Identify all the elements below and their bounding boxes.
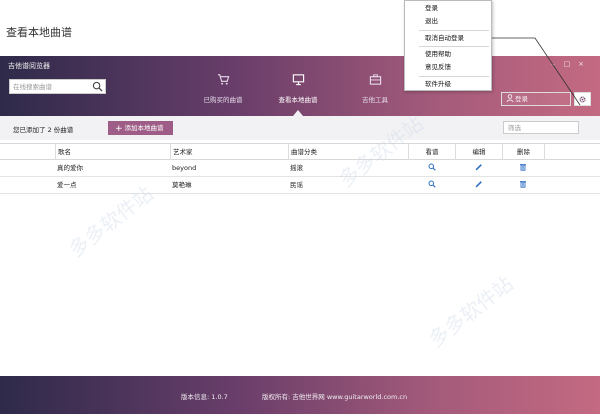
toolbar: 您已添加了 2 份曲谱 + 添加本地曲谱 xyxy=(0,116,600,140)
monitor-icon xyxy=(292,74,304,86)
menu-item-feedback[interactable]: 意见反馈 xyxy=(405,62,491,73)
add-local-score-label: 添加本地曲谱 xyxy=(124,124,164,132)
table-cell-blank xyxy=(0,144,55,160)
search-icon[interactable] xyxy=(92,81,103,92)
watermark: 多多软件站 xyxy=(424,271,518,352)
plus-icon: + xyxy=(115,124,123,134)
add-local-score-button[interactable]: + 添加本地曲谱 xyxy=(108,121,173,135)
search-box[interactable] xyxy=(9,79,106,94)
menu-separator xyxy=(419,76,489,77)
score-count-text: 您已添加了 2 份曲谱 xyxy=(13,126,74,134)
minimize-button[interactable]: – xyxy=(548,59,558,69)
settings-button[interactable] xyxy=(574,92,591,106)
copyright-info: 版权所有: 吉他世界网 www.guitarworld.com.cn xyxy=(262,393,408,401)
view-score-button[interactable] xyxy=(408,160,455,176)
user-icon xyxy=(506,94,514,102)
column-header-edit: 编辑 xyxy=(455,144,502,160)
page-title: 查看本地曲谱 xyxy=(6,26,72,39)
cart-icon xyxy=(217,74,229,85)
app-footer: 版本信息: 1.0.7 版权所有: 吉他世界网 www.guitarworld.… xyxy=(0,376,600,414)
menu-item-cancel-auto-login[interactable]: 取消自动登录 xyxy=(405,33,491,44)
delete-score-button[interactable] xyxy=(502,177,544,193)
edit-score-button[interactable] xyxy=(455,177,502,193)
search-input[interactable] xyxy=(13,82,91,92)
window-controls: – □ × xyxy=(548,59,588,69)
close-button[interactable]: × xyxy=(576,59,586,69)
menu-item-logout[interactable]: 退出 xyxy=(405,16,491,27)
trash-icon xyxy=(520,181,526,188)
nav-guitar-tools[interactable]: 吉他工具 xyxy=(345,73,405,111)
nav-local-scores-label: 查看本地曲谱 xyxy=(278,96,318,104)
app-window: 吉他谱阅览器 已购买的曲谱 xyxy=(0,56,600,414)
artist-name: 莫艳琳 xyxy=(172,181,192,189)
view-score-button[interactable] xyxy=(408,177,455,193)
settings-dropdown-menu: 登录 退出 取消自动登录 使用帮助 意见反馈 软件升级 xyxy=(404,0,492,91)
version-info: 版本信息: 1.0.7 xyxy=(181,393,228,401)
menu-item-help[interactable]: 使用帮助 xyxy=(405,49,491,60)
delete-score-button[interactable] xyxy=(502,160,544,176)
nav-guitar-tools-label: 吉他工具 xyxy=(362,96,388,104)
filter-input[interactable] xyxy=(503,121,579,134)
column-header-artist[interactable]: 艺术家 xyxy=(170,144,288,160)
menu-item-upgrade[interactable]: 软件升级 xyxy=(405,79,491,90)
song-name: 真的爱你 xyxy=(57,164,83,172)
column-header-song[interactable]: 歌名 xyxy=(55,144,170,160)
page: 查看本地曲谱 吉他谱阅览器 已购买的曲谱 xyxy=(0,0,600,415)
score-table: 歌名 艺术家 曲谱分类 看谱 编辑 删除 真的爱你 beyond 摇滚 爱一点 … xyxy=(0,143,600,194)
edit-score-button[interactable] xyxy=(455,160,502,176)
pencil-icon xyxy=(475,181,482,188)
menu-separator xyxy=(419,30,489,31)
column-header-delete: 删除 xyxy=(502,144,544,160)
trash-icon xyxy=(520,164,526,171)
login-label: 登录 xyxy=(515,95,528,103)
menu-item-login[interactable]: 登录 xyxy=(405,3,491,14)
table-row[interactable]: 真的爱你 beyond 摇滚 xyxy=(0,160,600,177)
app-header: 吉他谱阅览器 已购买的曲谱 xyxy=(0,56,600,116)
table-cell-blank xyxy=(544,144,600,160)
app-name: 吉他谱阅览器 xyxy=(8,62,50,70)
pencil-icon xyxy=(475,164,482,171)
gear-icon xyxy=(579,96,586,103)
menu-separator xyxy=(419,46,489,47)
magnifier-icon xyxy=(428,180,436,188)
maximize-button[interactable]: □ xyxy=(562,59,572,69)
nav-local-scores[interactable]: 查看本地曲谱 xyxy=(268,73,328,111)
magnifier-icon xyxy=(428,163,436,171)
toolbox-icon xyxy=(369,74,381,85)
column-header-view: 看谱 xyxy=(408,144,455,160)
nav-purchased-label: 已购买的曲谱 xyxy=(203,96,243,104)
nav-purchased[interactable]: 已购买的曲谱 xyxy=(193,73,253,111)
table-header: 歌名 艺术家 曲谱分类 看谱 编辑 删除 xyxy=(0,143,600,160)
song-name: 爱一点 xyxy=(57,181,77,189)
login-button[interactable]: 登录 xyxy=(501,92,571,106)
table-row[interactable]: 爱一点 莫艳琳 民谣 xyxy=(0,177,600,194)
artist-name: beyond xyxy=(172,164,197,172)
